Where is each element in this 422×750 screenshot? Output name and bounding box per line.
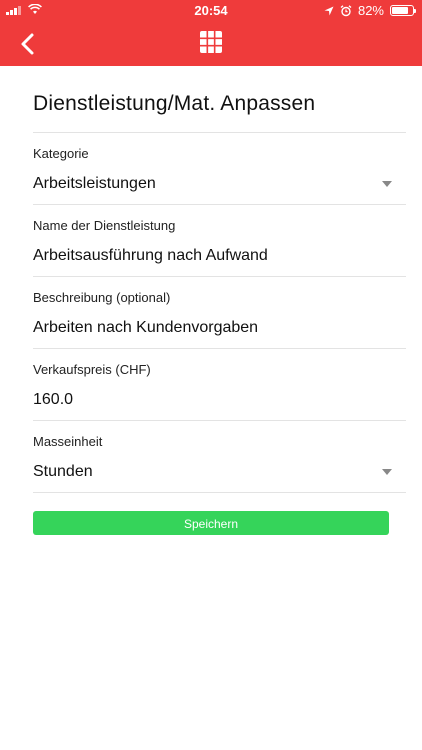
- unit-select[interactable]: Stunden: [33, 463, 406, 481]
- price-input[interactable]: [33, 391, 406, 409]
- service-name-label: Name der Dienstleistung: [33, 218, 176, 233]
- price-label: Verkaufspreis (CHF): [33, 362, 151, 377]
- alarm-icon: [340, 4, 352, 16]
- battery-percent: 82%: [357, 3, 384, 18]
- chevron-left-icon[interactable]: [14, 30, 42, 58]
- nav-bar: [0, 22, 422, 66]
- battery-level: [392, 7, 408, 14]
- grid-icon[interactable]: [200, 31, 222, 53]
- unit-label: Masseinheit: [33, 434, 103, 449]
- dropdown-arrow-icon[interactable]: [382, 469, 392, 475]
- unit-field[interactable]: Masseinheit Stunden: [33, 421, 406, 493]
- service-name-input[interactable]: [33, 247, 406, 265]
- description-field: Beschreibung (optional): [33, 277, 406, 349]
- location-icon: [324, 6, 334, 15]
- battery-icon: [390, 5, 416, 16]
- description-label: Beschreibung (optional): [33, 290, 171, 305]
- edit-form: Dienstleistung/Mat. Anpassen Kategorie A…: [33, 66, 406, 535]
- service-name-field: Name der Dienstleistung: [33, 205, 406, 277]
- page-title: Dienstleistung/Mat. Anpassen: [33, 92, 316, 115]
- dropdown-arrow-icon[interactable]: [382, 181, 392, 187]
- price-field: Verkaufspreis (CHF): [33, 349, 406, 421]
- save-button[interactable]: Speichern: [33, 511, 389, 535]
- category-select[interactable]: Arbeitsleistungen: [33, 175, 406, 193]
- status-bar: 20:54 82%: [0, 0, 422, 22]
- category-field[interactable]: Kategorie Arbeitsleistungen: [33, 133, 406, 205]
- category-label: Kategorie: [33, 146, 89, 161]
- description-input[interactable]: [33, 319, 406, 337]
